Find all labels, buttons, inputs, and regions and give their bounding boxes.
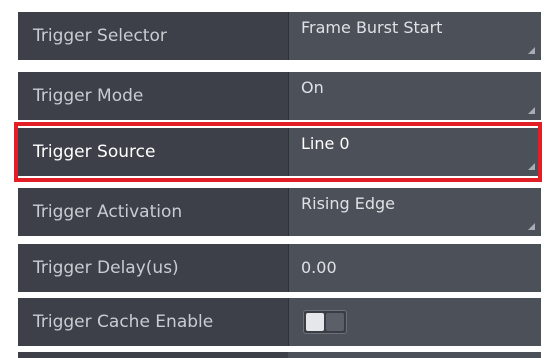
trigger-selector-dropdown[interactable]: Frame Burst Start [288, 12, 541, 60]
trigger-cache-enable-cell [288, 298, 541, 346]
property-row-trigger-cache-enable: Trigger Cache Enable [18, 298, 541, 346]
property-row-trigger-mode: Trigger Mode On [18, 72, 541, 120]
trigger-delay-input[interactable]: 0.00 [288, 244, 541, 292]
dropdown-corner-icon [528, 107, 535, 114]
next-property-row-partial [18, 352, 541, 358]
property-label: Trigger Delay(us) [33, 258, 179, 278]
property-row-trigger-source: Trigger Source Line 0 [18, 128, 541, 176]
property-label: Trigger Source [33, 142, 156, 162]
dropdown-corner-icon [528, 223, 535, 230]
property-label: Trigger Activation [33, 202, 183, 222]
dropdown-corner-icon [528, 163, 535, 170]
dropdown-value: Rising Edge [301, 194, 395, 213]
property-label: Trigger Selector [33, 26, 167, 46]
dropdown-value: Frame Burst Start [301, 18, 443, 37]
trigger-mode-dropdown[interactable]: On [288, 72, 541, 120]
dropdown-corner-icon [528, 47, 535, 54]
next-property-value-partial [288, 352, 541, 358]
property-row-trigger-delay: Trigger Delay(us) 0.00 [18, 244, 541, 292]
property-row-trigger-selector: Trigger Selector Frame Burst Start [18, 12, 541, 60]
trigger-activation-dropdown[interactable]: Rising Edge [288, 188, 541, 236]
property-row-trigger-activation: Trigger Activation Rising Edge [18, 188, 541, 236]
trigger-cache-enable-toggle[interactable] [303, 310, 347, 334]
property-label: Trigger Mode [33, 86, 144, 106]
property-label: Trigger Cache Enable [33, 312, 214, 332]
number-value: 0.00 [301, 258, 337, 277]
trigger-source-dropdown[interactable]: Line 0 [288, 128, 541, 176]
camera-property-panel: Trigger Selector Frame Burst Start Trigg… [0, 0, 549, 358]
dropdown-value: On [301, 78, 324, 97]
toggle-track [326, 313, 344, 331]
dropdown-value: Line 0 [301, 134, 350, 153]
toggle-knob [306, 313, 324, 331]
